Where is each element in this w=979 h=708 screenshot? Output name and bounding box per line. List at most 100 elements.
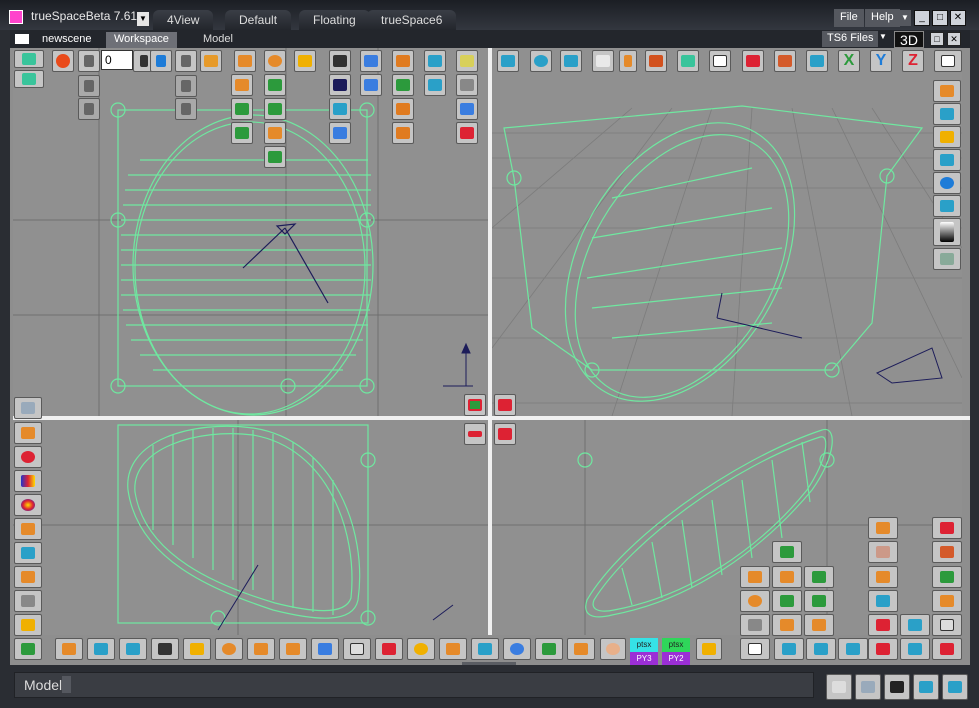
wire-cube-icon[interactable] <box>934 50 962 72</box>
sphere-tool-icon[interactable] <box>264 50 286 72</box>
list-icon[interactable] <box>456 74 478 96</box>
spheres-icon[interactable] <box>933 172 961 194</box>
four-view-icon[interactable] <box>709 50 731 72</box>
tools-icon[interactable] <box>14 590 42 612</box>
wire-box-icon[interactable] <box>677 50 699 72</box>
pin-tool-icon[interactable] <box>868 517 898 539</box>
shield-icon[interactable] <box>772 614 802 636</box>
viewport-perspective[interactable] <box>492 48 962 416</box>
ts6-files-menu[interactable]: TS6 Files <box>822 31 879 47</box>
lasso-icon[interactable] <box>343 638 371 660</box>
edit-icon[interactable] <box>456 50 478 72</box>
node-graph-icon[interactable] <box>932 566 962 588</box>
rotate-object-icon[interactable] <box>231 98 253 120</box>
scene-editor-icon[interactable] <box>826 674 852 700</box>
cube-swap-icon[interactable] <box>424 74 446 96</box>
mesh-icon[interactable] <box>806 638 836 660</box>
point-edit-icon[interactable] <box>264 74 286 96</box>
scale-object-icon[interactable] <box>231 122 253 144</box>
view-3d-button[interactable]: 3D <box>894 31 924 48</box>
cone-icon[interactable] <box>14 470 42 492</box>
delete-nodes-icon[interactable] <box>932 638 962 660</box>
cube-small-icon[interactable] <box>392 122 414 144</box>
paint-brush-icon[interactable] <box>14 614 42 636</box>
maximize-icon[interactable]: □ <box>932 10 948 26</box>
bricks-icon[interactable] <box>740 614 770 636</box>
uv-grid-icon[interactable] <box>567 638 595 660</box>
molecule-icon[interactable] <box>14 446 42 468</box>
ts6-files-dropdown-icon[interactable]: ▼ <box>878 32 888 46</box>
ball-grid-icon[interactable] <box>503 638 531 660</box>
photo-render-icon[interactable] <box>884 674 910 700</box>
viewport-divider-vertical[interactable] <box>488 48 492 635</box>
pan-tool-icon[interactable] <box>592 50 614 72</box>
axis-icon[interactable] <box>806 50 828 72</box>
material-box-icon[interactable] <box>645 50 667 72</box>
z-axis-icon[interactable]: Z <box>902 50 924 72</box>
cube-blue-icon[interactable] <box>424 50 446 72</box>
box-open-icon[interactable] <box>14 518 42 540</box>
book-icon[interactable] <box>772 541 802 563</box>
rotate-tool-icon[interactable] <box>530 50 552 72</box>
render-panel-1-sub[interactable]: PY3 <box>630 652 658 666</box>
faucet-icon[interactable] <box>868 590 898 612</box>
plugin-icon[interactable] <box>932 614 962 636</box>
hand-icon[interactable] <box>696 638 722 660</box>
panel-maximize-icon[interactable]: □ <box>930 32 944 46</box>
cube-link-icon[interactable] <box>932 590 962 612</box>
figure-icon[interactable] <box>264 122 286 144</box>
home-icon[interactable] <box>494 394 516 416</box>
render-panel-2-label[interactable]: ptsx <box>662 638 690 652</box>
chain-icon[interactable] <box>279 638 307 660</box>
list-delete-icon[interactable] <box>456 122 478 144</box>
spray-icon[interactable] <box>119 638 147 660</box>
light-icon[interactable] <box>360 50 382 72</box>
bird-icon[interactable] <box>360 74 382 96</box>
crate-icon[interactable] <box>14 566 42 588</box>
pen-icon[interactable] <box>804 590 834 612</box>
sofa-icon[interactable] <box>933 80 961 102</box>
stairs-icon[interactable] <box>868 566 898 588</box>
bike-icon[interactable] <box>183 638 211 660</box>
cube-green-orange-icon[interactable] <box>772 590 802 612</box>
fast-forward-icon[interactable] <box>175 75 197 97</box>
list-arrow-icon[interactable] <box>456 98 478 120</box>
palette-icon[interactable] <box>407 638 435 660</box>
texture-icon[interactable] <box>471 638 499 660</box>
drop-icon[interactable] <box>439 638 467 660</box>
paint-tool-icon[interactable] <box>294 50 316 72</box>
move-object-icon[interactable] <box>264 98 286 120</box>
gears-icon[interactable] <box>14 542 42 564</box>
play-icon[interactable] <box>150 50 172 72</box>
y-axis-icon[interactable]: Y <box>870 50 892 72</box>
render-view-icon[interactable] <box>774 50 796 72</box>
checklist-icon[interactable] <box>932 517 962 539</box>
cube-grab-icon[interactable] <box>942 674 968 700</box>
layout-tab-truespace6[interactable]: trueSpace6 <box>367 10 457 30</box>
home-view-icon[interactable] <box>742 50 764 72</box>
drop-tool-icon[interactable] <box>838 638 868 660</box>
home-outline-icon[interactable] <box>494 423 516 445</box>
fabric-icon[interactable] <box>868 541 898 563</box>
sphere-half-icon[interactable] <box>740 590 770 612</box>
step-forward-icon[interactable] <box>175 98 197 120</box>
bowling-icon[interactable] <box>913 674 939 700</box>
scissors-icon[interactable] <box>868 614 898 636</box>
press-icon[interactable] <box>151 638 179 660</box>
shade-icon[interactable] <box>87 638 115 660</box>
flask-icon[interactable] <box>933 149 961 171</box>
face-icon[interactable] <box>600 638 626 660</box>
object-nav-icon[interactable] <box>231 74 253 96</box>
brush-icon[interactable] <box>264 146 286 168</box>
screen-red-icon[interactable] <box>464 394 486 416</box>
render-panel-1-label[interactable]: ptsx <box>630 638 658 652</box>
step-back-icon[interactable] <box>78 98 100 120</box>
object-mode-icon[interactable] <box>14 50 44 68</box>
cube-rotate-icon[interactable] <box>772 566 802 588</box>
move-tool-icon[interactable] <box>497 50 519 72</box>
space-scene-icon[interactable] <box>329 74 351 96</box>
color-sphere-icon[interactable] <box>14 494 42 516</box>
recycle-icon[interactable] <box>14 638 42 660</box>
axes-small-icon[interactable] <box>535 638 563 660</box>
menu-file[interactable]: File <box>834 9 864 27</box>
